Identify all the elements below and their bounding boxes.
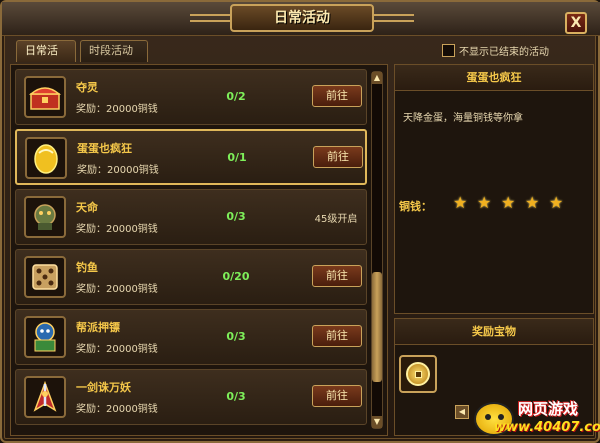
activity-name: 天命 bbox=[76, 201, 98, 214]
activity-row[interactable]: 蛋蛋也疯狂 奖励：20000铜钱 0/1 前往 bbox=[15, 129, 367, 185]
activity-detail-panel: 蛋蛋也疯狂 天降金蛋，海量铜钱等你拿 铜钱： ★ ★ ★ ★ ★ bbox=[394, 64, 594, 314]
activity-list: 夺灵 奖励：20000铜钱 0/2 前往 蛋蛋也疯狂 奖励：20000铜钱 0/… bbox=[15, 69, 367, 431]
hide-ended-toggle[interactable]: 不显示已结束的活动 bbox=[442, 42, 549, 58]
star-icon: ★ bbox=[525, 193, 540, 212]
activity-name: 蛋蛋也疯狂 bbox=[77, 142, 132, 155]
go-button[interactable]: 前往 bbox=[313, 146, 363, 168]
site-watermark: 网页游戏 www.40407.com bbox=[472, 396, 600, 442]
tab-daily-activities[interactable]: 日常活动 bbox=[16, 40, 76, 77]
sword-warrior-icon bbox=[24, 376, 66, 418]
activity-name: 夺灵 bbox=[76, 81, 98, 94]
activity-row[interactable]: 一剑诛万妖 奖励：20000铜钱 0/3 前往 bbox=[15, 369, 367, 425]
scroll-up-arrow-icon[interactable]: ▲ bbox=[372, 72, 382, 84]
go-button[interactable]: 前往 bbox=[312, 325, 362, 347]
copper-reward-label: 铜钱： bbox=[399, 200, 432, 213]
unlock-level-status: 45级开启 bbox=[314, 214, 358, 225]
detail-title: 蛋蛋也疯狂 bbox=[395, 65, 593, 91]
tab-timed-activities[interactable]: 时段活动 bbox=[80, 40, 148, 62]
star-icon: ★ bbox=[453, 193, 468, 212]
activity-progress: 0/2 bbox=[226, 90, 246, 103]
activity-reward: 奖励：20000铜钱 bbox=[76, 344, 158, 355]
copper-coin-icon bbox=[406, 362, 430, 386]
activity-reward: 奖励：20000铜钱 bbox=[77, 165, 159, 176]
copper-rating: ★ ★ ★ ★ ★ bbox=[453, 193, 573, 212]
activity-progress: 0/3 bbox=[226, 330, 246, 343]
close-button[interactable]: X bbox=[565, 12, 587, 34]
star-icon: ★ bbox=[477, 193, 492, 212]
go-button[interactable]: 前往 bbox=[312, 265, 362, 287]
dice-icon bbox=[24, 256, 66, 298]
title-ornament-left bbox=[190, 14, 230, 22]
activity-window: 日常活动 X 日常活动 时段活动 不显示已结束的活动 夺灵 奖励：20000铜钱… bbox=[0, 0, 600, 443]
activity-reward: 奖励：20000铜钱 bbox=[76, 104, 158, 115]
activity-progress: 0/3 bbox=[226, 390, 246, 403]
activity-name: 帮派押镖 bbox=[76, 321, 120, 334]
bronze-idol-icon bbox=[24, 196, 66, 238]
go-button[interactable]: 前往 bbox=[312, 85, 362, 107]
hide-ended-checkbox[interactable] bbox=[442, 43, 455, 57]
watermark-site-name: 网页游戏 bbox=[518, 400, 579, 418]
scroll-thumb[interactable] bbox=[372, 272, 382, 382]
detail-description: 天降金蛋，海量铜钱等你拿 bbox=[403, 113, 523, 124]
activity-row[interactable]: 天命 奖励：20000铜钱 0/3 45级开启 bbox=[15, 189, 367, 245]
reward-title: 奖励宝物 bbox=[395, 319, 593, 345]
reward-prev-arrow-icon[interactable]: ◀ bbox=[455, 405, 469, 419]
hide-ended-label: 不显示已结束的活动 bbox=[459, 46, 549, 58]
watermark-url: www.40407.com bbox=[494, 420, 600, 435]
activity-name: 钓鱼 bbox=[76, 261, 98, 274]
activity-reward: 奖励：20000铜钱 bbox=[76, 224, 158, 235]
star-icon: ★ bbox=[549, 193, 564, 212]
activity-progress: 0/3 bbox=[226, 210, 246, 223]
star-icon: ★ bbox=[501, 193, 516, 212]
activity-name: 一剑诛万妖 bbox=[76, 381, 131, 394]
treasure-chest-icon bbox=[24, 76, 66, 118]
activity-progress: 0/20 bbox=[222, 270, 250, 283]
escort-banner-icon bbox=[24, 316, 66, 358]
activity-row[interactable]: 夺灵 奖励：20000铜钱 0/2 前往 bbox=[15, 69, 367, 125]
title-ornament-right bbox=[374, 14, 414, 22]
list-scrollbar[interactable]: ▲ ▼ bbox=[371, 71, 383, 429]
activity-row[interactable]: 帮派押镖 奖励：20000铜钱 0/3 前往 bbox=[15, 309, 367, 365]
go-button[interactable]: 前往 bbox=[312, 385, 362, 407]
reward-item-slot[interactable] bbox=[399, 355, 437, 393]
activity-row[interactable]: 钓鱼 奖励：20000铜钱 0/20 前往 bbox=[15, 249, 367, 305]
activity-reward: 奖励：20000铜钱 bbox=[76, 284, 158, 295]
activity-reward: 奖励：20000铜钱 bbox=[76, 404, 158, 415]
scroll-down-arrow-icon[interactable]: ▼ bbox=[372, 416, 382, 428]
activity-list-panel: 夺灵 奖励：20000铜钱 0/2 前往 蛋蛋也疯狂 奖励：20000铜钱 0/… bbox=[10, 64, 388, 436]
window-title: 日常活动 bbox=[230, 4, 374, 32]
golden-egg-icon bbox=[25, 137, 67, 179]
activity-progress: 0/1 bbox=[227, 151, 247, 164]
